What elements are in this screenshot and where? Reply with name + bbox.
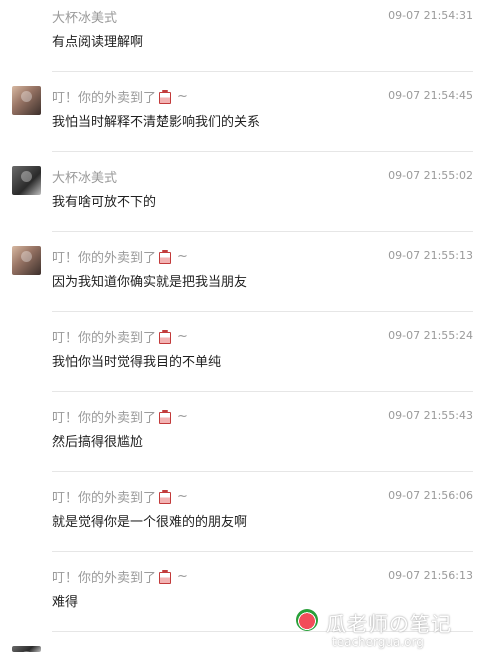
avatar[interactable] [12,86,41,115]
sender-name-tilde: ~ [177,409,188,424]
message-item: 叮！你的外卖到了 ~ 09-07 21:55:24 我怕你当时觉得我目的不单纯 [0,310,481,392]
avatar[interactable] [12,166,41,195]
message-text: 就是觉得你是一个很难的的朋友啊 [52,515,248,530]
avatar[interactable] [12,246,41,275]
bubble-tea-cup-icon [158,90,172,104]
message-time: 09-07 21:54:31 [388,9,473,22]
avatar[interactable] [12,646,41,652]
message-item: 叮！你的外卖到了 ~ 09-07 21:56:13 难得 [0,550,481,632]
message-item: 叮！你的外卖到了 ~ 09-07 21:56:06 就是觉得你是一个很难的的朋友… [0,470,481,552]
message-time: 09-07 21:55:24 [388,329,473,342]
sender-name-tilde: ~ [177,89,188,104]
message-item: 叮！你的外卖到了 ~ 09-07 21:55:43 然后搞得很尴尬 [0,390,481,472]
sender-name-text: 大杯冰美式 [52,11,118,26]
sender-name-tilde: ~ [177,569,188,584]
message-time: 09-07 21:55:02 [388,169,473,182]
sender-name[interactable]: 叮！你的外卖到了 ~ [52,87,188,106]
sender-name-tilde: ~ [177,249,188,264]
sender-name[interactable]: 大杯冰美式 [52,167,117,186]
sender-name-text: 叮！你的外卖到了 [52,411,157,426]
sender-name-text: 叮！你的外卖到了 [52,491,157,506]
message-time: 09-07 21:54:45 [388,89,473,102]
message-item: 叮！你的外卖到了 ~ 09-07 21:54:45 我怕当时解释不清楚影响我们的… [0,70,481,152]
sender-name[interactable]: 叮！你的外卖到了 ~ [52,327,188,346]
message-item: 大杯冰美式 09-07 21:55:02 我有啥可放不下的 [0,150,481,232]
message-text: 我怕你当时觉得我目的不单纯 [52,355,222,370]
message-time: 09-07 21:55:13 [388,249,473,262]
message-text: 我有啥可放不下的 [52,195,157,210]
sender-name-tilde: ~ [177,329,188,344]
sender-name-tilde: ~ [177,489,188,504]
message-time: 09-07 21:56:13 [388,569,473,582]
message-text: 因为我知道你确实就是把我当朋友 [52,275,248,290]
sender-name-text: 叮！你的外卖到了 [52,571,157,586]
message-text: 有点阅读理解啊 [52,35,144,50]
bubble-tea-cup-icon [158,330,172,344]
sender-name[interactable]: 叮！你的外卖到了 ~ [52,567,188,586]
message-time: 09-07 21:55:43 [388,409,473,422]
sender-name[interactable]: 叮！你的外卖到了 ~ [52,247,188,266]
message-item: 叮！你的外卖到了 ~ 09-07 21:55:13 因为我知道你确实就是把我当朋… [0,230,481,312]
bubble-tea-cup-icon [158,410,172,424]
message-divider [52,631,473,632]
sender-name-text: 叮！你的外卖到了 [52,331,157,346]
chat-history[interactable]: 大杯冰美式 09-07 21:54:31 有点阅读理解啊 叮！你的外卖到了 ~ … [0,0,481,652]
sender-name[interactable]: 叮！你的外卖到了 ~ [52,487,188,506]
message-time: 09-07 21:56:06 [388,489,473,502]
bubble-tea-cup-icon [158,250,172,264]
sender-name-text: 叮！你的外卖到了 [52,251,157,266]
sender-name-text: 大杯冰美式 [52,171,118,186]
bubble-tea-cup-icon [158,490,172,504]
sender-name-text: 叮！你的外卖到了 [52,91,157,106]
sender-name[interactable]: 叮！你的外卖到了 ~ [52,407,188,426]
message-text: 然后搞得很尴尬 [52,435,144,450]
bubble-tea-cup-icon [158,570,172,584]
sender-name[interactable]: 大杯冰美式 [52,7,117,26]
message-item: 大杯冰美式 09-07 21:54:31 有点阅读理解啊 [0,0,481,72]
message-text: 难得 [52,595,79,610]
message-text: 我怕当时解释不清楚影响我们的关系 [52,115,261,130]
